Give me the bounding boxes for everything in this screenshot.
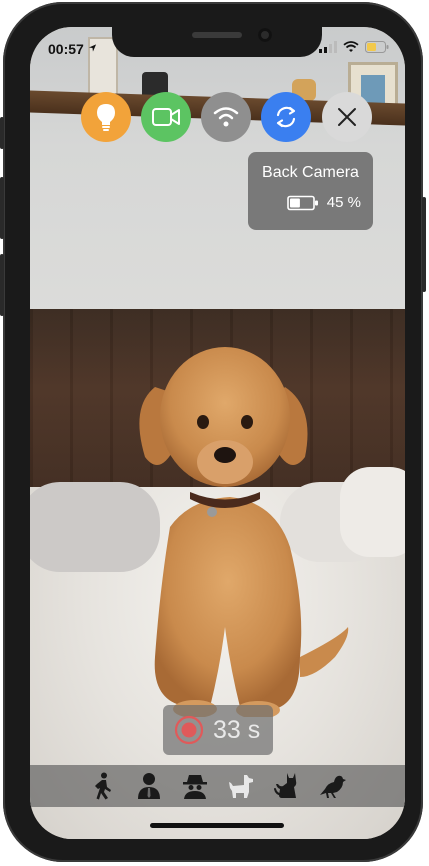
status-time-text: 00:57 [48,41,84,57]
close-icon [338,108,356,126]
switch-camera-button[interactable] [261,92,311,142]
volume-up-button [0,177,4,239]
puppy-image [139,347,349,717]
wifi-status-icon [343,41,359,52]
filter-person[interactable] [133,770,165,802]
recording-time: 33 s [213,715,261,744]
detection-filter-bar [30,765,405,807]
status-icons [319,41,389,53]
light-toggle-button[interactable] [81,92,131,142]
cellular-signal-icon [319,41,337,53]
record-icon [174,715,204,745]
home-indicator[interactable] [150,823,284,828]
power-button [422,197,426,292]
lightbulb-icon [97,104,115,131]
video-camera-icon [152,108,180,126]
location-arrow-icon [88,44,96,52]
volume-down-button [0,254,4,316]
filter-spy[interactable] [179,770,211,802]
rotate-camera-icon [276,106,296,128]
filter-person-walking[interactable] [87,770,119,802]
person-walking-icon [94,772,111,800]
filter-bird[interactable] [317,770,349,802]
phone-frame: 00:57 Back Camera 45 % 33 s [0,2,426,862]
camera-info-card: Back Camera 45 % [248,152,373,230]
camera-label: Back Camera [262,164,359,181]
camera-battery: 45 % [260,194,361,211]
front-camera [258,28,272,42]
status-time: 00:57 [48,41,97,57]
bird-icon [319,775,346,798]
screen: 00:57 Back Camera 45 % 33 s [30,27,405,839]
notch [112,27,322,57]
battery-percent: 45 % [326,194,361,211]
battery-status-icon [365,41,389,53]
wifi-button[interactable] [201,92,251,142]
dog-icon [228,775,253,798]
person-icon [137,773,160,799]
speaker-grille [192,32,242,38]
recording-indicator[interactable]: 33 s [163,705,273,755]
filter-cat[interactable] [271,770,303,802]
spy-icon [182,775,207,799]
close-button[interactable] [322,92,372,142]
filter-dog[interactable] [225,770,257,802]
mute-switch [0,117,4,149]
wifi-icon [213,107,239,127]
video-toggle-button[interactable] [141,92,191,142]
cat-icon [273,773,296,798]
battery-icon [286,195,318,210]
